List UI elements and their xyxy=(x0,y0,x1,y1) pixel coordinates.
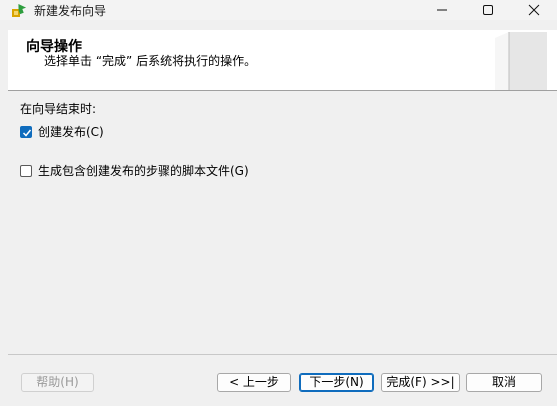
back-button[interactable]: < 上一步 xyxy=(217,373,291,392)
option-generate-script[interactable]: 生成包含创建发布的步骤的脚本文件(G) xyxy=(20,162,249,179)
finish-button[interactable]: 完成(F) >>| xyxy=(381,373,460,392)
help-button[interactable]: 帮助(H) xyxy=(21,373,94,392)
book-graphic xyxy=(495,32,547,90)
option-create-publication[interactable]: 创建发布(C) xyxy=(20,123,104,140)
section-label: 在向导结束时: xyxy=(20,102,97,116)
wizard-app-icon xyxy=(10,1,28,19)
close-icon xyxy=(528,4,540,16)
close-button[interactable] xyxy=(511,0,557,20)
window-title: 新建发布向导 xyxy=(34,4,107,18)
checkmark-icon xyxy=(22,129,32,137)
page-subtitle: 选择单击 “完成” 后系统将执行的操作。 xyxy=(44,54,257,68)
footer-divider xyxy=(8,354,557,355)
next-button[interactable]: 下一步(N) xyxy=(299,373,374,392)
minimize-icon xyxy=(437,9,447,11)
maximize-icon xyxy=(483,5,493,15)
maximize-button[interactable] xyxy=(465,0,511,20)
create-publication-label: 创建发布(C) xyxy=(38,125,104,139)
generate-script-checkbox[interactable] xyxy=(20,164,32,177)
generate-script-label: 生成包含创建发布的步骤的脚本文件(G) xyxy=(38,164,249,178)
minimize-button[interactable] xyxy=(419,0,465,20)
cancel-button[interactable]: 取消 xyxy=(466,373,542,392)
wizard-header: 向导操作 选择单击 “完成” 后系统将执行的操作。 xyxy=(8,30,557,91)
title-bar: 新建发布向导 xyxy=(0,0,557,20)
create-publication-checkbox[interactable] xyxy=(20,125,32,138)
